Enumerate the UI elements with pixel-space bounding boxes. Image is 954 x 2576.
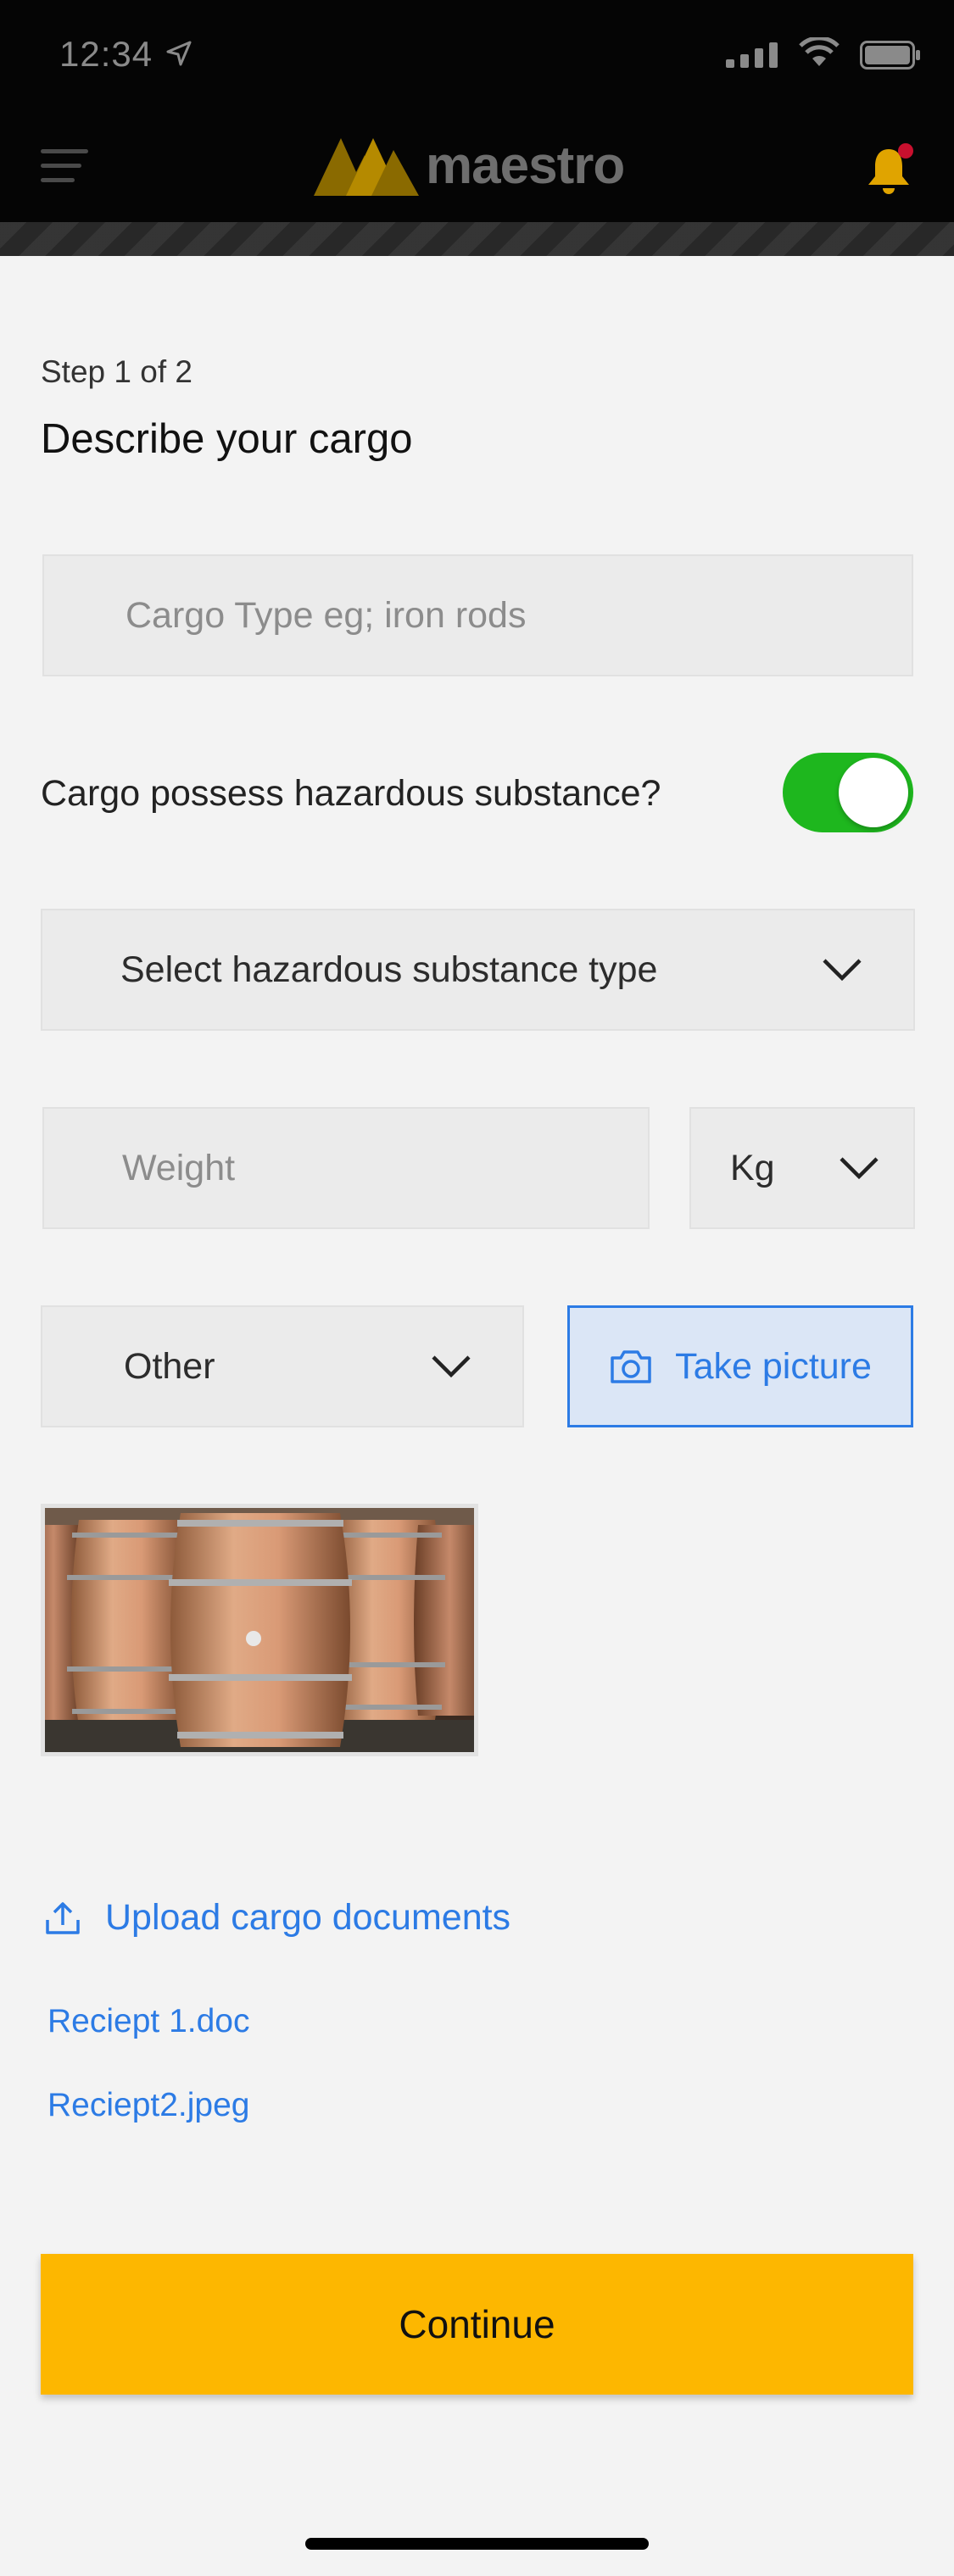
hazard-question-label: Cargo possess hazardous substance? xyxy=(41,773,661,814)
maestro-logo: maestro xyxy=(312,127,625,203)
camera-icon xyxy=(611,1350,651,1383)
app-header: 12:34 maestro xyxy=(0,0,954,256)
cargo-type-input[interactable]: Cargo Type eg; iron rods xyxy=(42,554,913,676)
home-indicator xyxy=(305,2538,649,2550)
chevron-down-icon xyxy=(432,1355,471,1378)
maestro-logo-mark xyxy=(314,138,419,196)
document-link[interactable]: Reciept 1.doc xyxy=(47,2003,249,2040)
hazard-type-select[interactable]: Select hazardous substance type xyxy=(41,909,915,1031)
step-indicator: Step 1 of 2 xyxy=(41,354,192,389)
continue-button[interactable]: Continue xyxy=(41,2254,913,2395)
chevron-down-icon xyxy=(823,959,862,982)
weight-placeholder: Weight xyxy=(122,1147,236,1188)
hazard-type-label: Select hazardous substance type xyxy=(120,949,658,990)
hazard-toggle[interactable] xyxy=(783,753,913,832)
take-picture-button[interactable]: Take picture xyxy=(567,1305,913,1427)
cargo-type-placeholder: Cargo Type eg; iron rods xyxy=(126,594,527,636)
barrels-image xyxy=(45,1508,474,1752)
upload-documents-button[interactable]: Upload cargo documents xyxy=(44,1897,510,1939)
document-link[interactable]: Reciept2.jpeg xyxy=(47,2087,250,2124)
take-picture-label: Take picture xyxy=(675,1345,872,1387)
weight-unit-select[interactable]: Kg xyxy=(689,1107,915,1229)
location-arrow-icon xyxy=(166,41,192,66)
cargo-photo[interactable] xyxy=(41,1504,478,1756)
cargo-category-label: Other xyxy=(124,1345,215,1387)
page-title: Describe your cargo xyxy=(41,416,413,462)
chevron-down-icon xyxy=(840,1157,879,1180)
upload-icon xyxy=(46,1901,80,1934)
hamburger-menu-icon[interactable] xyxy=(41,149,88,183)
weight-input[interactable]: Weight xyxy=(42,1107,650,1229)
header-texture xyxy=(0,222,954,256)
battery-icon xyxy=(860,41,920,70)
upload-documents-label: Upload cargo documents xyxy=(105,1897,511,1938)
weight-unit-label: Kg xyxy=(730,1147,775,1188)
toggle-knob xyxy=(839,758,908,827)
logo-text: maestro xyxy=(426,136,625,195)
wifi-icon xyxy=(799,37,840,66)
cargo-category-select[interactable]: Other xyxy=(41,1305,524,1427)
notification-bell-icon[interactable] xyxy=(865,142,916,197)
status-time: 12:34 xyxy=(59,34,153,74)
cellular-signal-icon xyxy=(726,42,778,68)
